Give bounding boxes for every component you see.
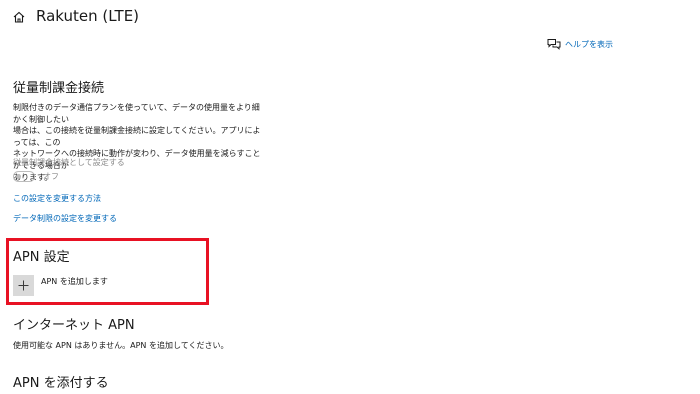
metered-toggle-label: 従量制課金接続として設定する [13,158,125,167]
add-apn-button[interactable]: APN を追加します [13,275,108,296]
apn-settings-heading: APN 設定 [13,250,70,265]
plus-icon[interactable] [13,275,34,296]
metered-toggle[interactable] [13,171,35,182]
toggle-knob [16,174,21,179]
internet-apn-heading: インターネット APN [13,318,135,333]
help-label[interactable]: ヘルプを表示 [565,39,613,50]
title-bar: Rakuten (LTE) [12,5,139,27]
change-setting-link[interactable]: この設定を変更する方法 [13,193,101,204]
home-icon[interactable] [12,9,26,23]
data-limit-link[interactable]: データ制限の設定を変更する [13,213,117,224]
metered-toggle-row: オフ [13,171,59,182]
chat-help-icon [547,38,561,50]
metered-heading: 従量制課金接続 [13,81,105,96]
description-line: 制限付きのデータ通信プランを使っていて、データの使用量をより細かく制御したい [13,103,260,124]
description-line: 場合は、この接続を従量制課金接続に設定してください。アプリによっては、この [13,126,261,147]
page-title: Rakuten (LTE) [36,7,140,25]
internet-apn-empty-text: 使用可能な APN はありません。APN を追加してください。 [13,341,229,350]
add-apn-label[interactable]: APN を追加します [41,276,108,287]
toggle-state-label: オフ [43,172,59,181]
help-link[interactable]: ヘルプを表示 [547,38,613,50]
attach-apn-heading: APN を添付する [13,376,109,391]
